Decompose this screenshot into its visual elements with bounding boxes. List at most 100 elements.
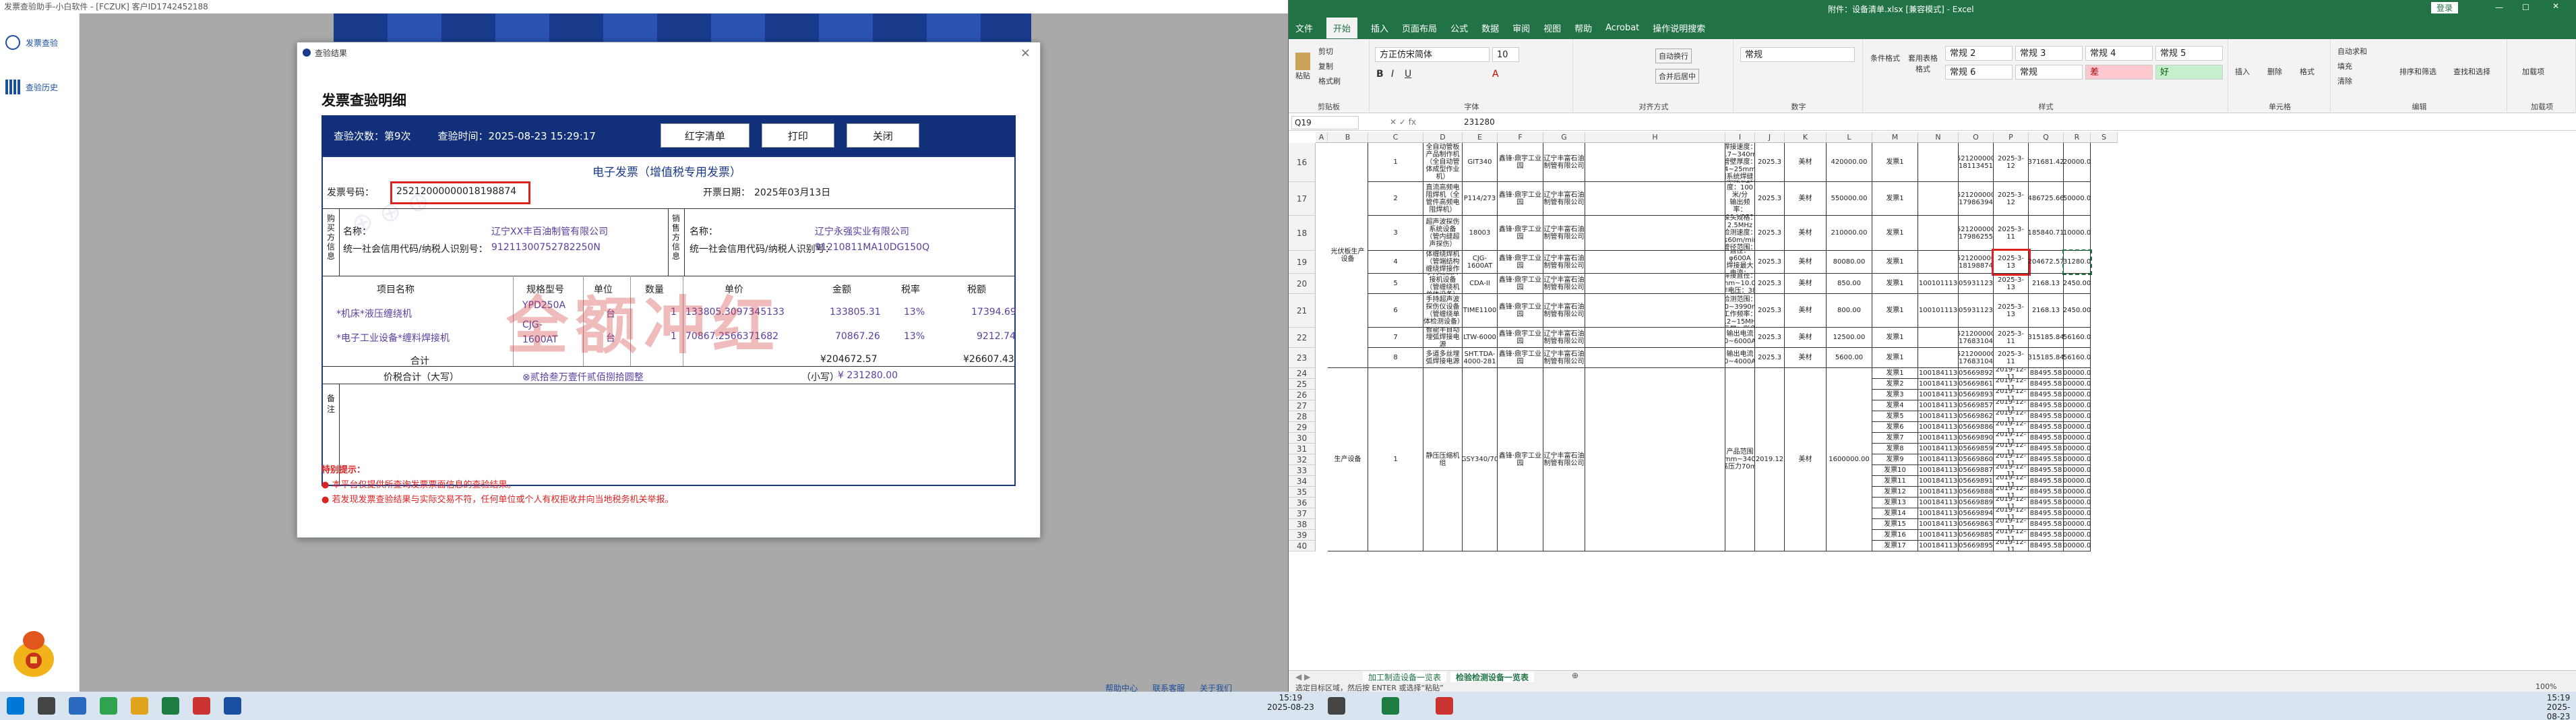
- row-header[interactable]: 31: [1289, 444, 1316, 454]
- table-cell[interactable]: 420000.00: [1827, 143, 1872, 182]
- table-cell[interactable]: 2025.3: [1755, 328, 1785, 348]
- column-header[interactable]: F: [1498, 132, 1543, 143]
- table-cell[interactable]: 美材: [1785, 182, 1827, 216]
- table-cell[interactable]: 210000.00: [2064, 216, 2091, 251]
- table-cell[interactable]: 25212000000 17683104: [1959, 328, 1994, 348]
- table-cell[interactable]: 7: [1368, 328, 1423, 348]
- table-cell[interactable]: 05931123: [1959, 294, 1994, 328]
- table-cell[interactable]: 550000.00: [1827, 182, 1872, 216]
- tab-help[interactable]: 帮助: [1574, 22, 1592, 34]
- app-icon[interactable]: [69, 697, 86, 715]
- table-cell[interactable]: 2019-12-11: [1994, 530, 2029, 541]
- table-cell[interactable]: 2450.00: [2064, 274, 2091, 294]
- table-cell[interactable]: 88495.58: [2029, 530, 2064, 541]
- copy-button[interactable]: 复制: [1318, 61, 1333, 71]
- column-header[interactable]: A: [1316, 132, 1328, 143]
- app-icon[interactable]: [100, 697, 117, 715]
- table-cell[interactable]: [1918, 251, 1959, 274]
- excel-icon[interactable]: [162, 697, 179, 715]
- table-cell[interactable]: 25212000000 18198874: [1959, 251, 1994, 274]
- row-header[interactable]: 36: [1289, 498, 1316, 508]
- tab-data[interactable]: 数据: [1481, 22, 1499, 34]
- addins-button[interactable]: 加载项: [2522, 66, 2544, 77]
- row-header[interactable]: 17: [1289, 182, 1316, 216]
- style-swatch[interactable]: 常规 4: [2085, 46, 2153, 61]
- table-cell[interactable]: 缠绕最大直径：φ600A 焊接最大电流：1600A: [1725, 251, 1755, 274]
- column-header[interactable]: P: [1994, 132, 2029, 143]
- table-cell[interactable]: 2019-12-11: [1994, 508, 2029, 519]
- table-cell[interactable]: 100000.00: [2064, 487, 2091, 498]
- table-cell[interactable]: 05669894: [1959, 508, 1994, 519]
- row-header[interactable]: 22: [1289, 328, 1316, 348]
- row-header[interactable]: 18: [1289, 216, 1316, 251]
- table-cell[interactable]: 辽宁丰富石油制管有限公司: [1543, 328, 1585, 348]
- tab-view[interactable]: 视图: [1543, 22, 1561, 34]
- table-cell[interactable]: 辽宁丰富石油制管有限公司: [1543, 368, 1585, 551]
- style-swatch[interactable]: 常规 5: [2155, 46, 2223, 61]
- table-cell[interactable]: 全自动管板产品制作机（全自动管体成型作业机）: [1423, 143, 1463, 182]
- table-cell[interactable]: 88495.58: [2029, 465, 2064, 476]
- table-cell[interactable]: 05669893: [1959, 390, 1994, 400]
- row-header[interactable]: 27: [1289, 400, 1316, 411]
- table-cell[interactable]: 100000.00: [2064, 390, 2091, 400]
- table-cell[interactable]: 2025-3-11: [1994, 328, 2029, 348]
- table-cell[interactable]: 05669889: [1959, 498, 1994, 508]
- table-cell[interactable]: 辽宁丰富石油制管有限公司: [1543, 294, 1585, 328]
- table-cell[interactable]: 发票1: [1872, 251, 1918, 274]
- column-header[interactable]: B: [1328, 132, 1368, 143]
- table-cell[interactable]: 88495.58: [2029, 422, 2064, 433]
- row-header[interactable]: 37: [1289, 508, 1316, 519]
- table-cell[interactable]: 21001841130: [1918, 508, 1959, 519]
- table-cell[interactable]: 231280.00: [2062, 249, 2092, 275]
- table-cell[interactable]: 2450.00: [2064, 294, 2091, 328]
- red-list-button[interactable]: 红字清单: [660, 123, 749, 148]
- table-cell[interactable]: TIME1100: [1463, 294, 1498, 328]
- clock-right[interactable]: 15:19 2025-08-23: [2541, 693, 2576, 720]
- footer-link[interactable]: 帮助中心: [1105, 682, 1138, 692]
- table-cell[interactable]: 发票1: [1872, 216, 1918, 251]
- table-cell[interactable]: 05669887: [1959, 465, 1994, 476]
- style-swatch-bad[interactable]: 差: [2085, 65, 2153, 80]
- table-cell[interactable]: 发票11: [1872, 476, 1918, 487]
- table-cell[interactable]: 2025-3-12: [1994, 143, 2029, 182]
- column-header[interactable]: K: [1785, 132, 1827, 143]
- table-cell[interactable]: 多道多丝埋弧焊接电源: [1423, 348, 1463, 368]
- clock[interactable]: 15:19 2025-08-23: [1267, 693, 1314, 712]
- row-header[interactable]: 39: [1289, 530, 1316, 541]
- table-cell[interactable]: 05669892: [1959, 368, 1994, 379]
- tab-formulas[interactable]: 公式: [1450, 22, 1468, 34]
- table-cell[interactable]: 25212000000 18113451: [1959, 143, 1994, 182]
- table-cell[interactable]: [1918, 328, 1959, 348]
- table-cell[interactable]: 辽宁丰富石油制管有限公司: [1543, 251, 1585, 274]
- table-cell[interactable]: 数控专用管体缠绕焊机（管端结构缠绕焊接作业）: [1423, 251, 1463, 274]
- table-cell[interactable]: 100000.00: [2064, 498, 2091, 508]
- table-cell[interactable]: 88495.58: [2029, 379, 2064, 390]
- nav-item-check[interactable]: 发票查验: [0, 27, 79, 58]
- table-cell[interactable]: 直流高频电阻焊机（全管件高频电阻焊机）: [1423, 182, 1463, 216]
- table-cell[interactable]: 鑫锋·鼎宇工业园: [1498, 368, 1543, 551]
- table-cell[interactable]: 05669895: [1959, 541, 1994, 551]
- column-header[interactable]: R: [2064, 132, 2091, 143]
- nav-item-history[interactable]: 查验历史: [0, 71, 79, 102]
- table-cell[interactable]: 2025-3-13: [1994, 274, 2029, 294]
- table-cell[interactable]: 2019-12-11: [1994, 379, 2029, 390]
- paste-button[interactable]: 粘贴: [1293, 53, 1313, 81]
- maximize-icon[interactable]: ☐: [2522, 3, 2529, 12]
- table-cell[interactable]: 手持缠绕焊接机设备（管缠绕机单体设备）: [1423, 274, 1463, 294]
- table-cell[interactable]: 05669890: [1959, 433, 1994, 444]
- row-header[interactable]: 33: [1289, 465, 1316, 476]
- table-cell[interactable]: [1585, 294, 1725, 328]
- column-header[interactable]: I: [1725, 132, 1755, 143]
- column-header[interactable]: G: [1543, 132, 1585, 143]
- table-cell[interactable]: [1585, 348, 1725, 368]
- table-cell[interactable]: 5600.00: [1827, 348, 1872, 368]
- table-cell[interactable]: SHT.TDA-4000-281: [1463, 348, 1498, 368]
- fill-button[interactable]: 填充: [2337, 61, 2352, 71]
- tab-file[interactable]: 文件: [1295, 22, 1313, 34]
- table-cell[interactable]: 2025-3-11: [1994, 348, 2029, 368]
- table-cell[interactable]: 420000.00: [2064, 143, 2091, 182]
- table-cell[interactable]: 315185.84: [2029, 348, 2064, 368]
- table-cell[interactable]: 鑫锋·鼎宇工业园: [1498, 294, 1543, 328]
- table-cell[interactable]: 辽宁丰富石油制管有限公司: [1543, 143, 1585, 182]
- app-icon[interactable]: [193, 697, 210, 715]
